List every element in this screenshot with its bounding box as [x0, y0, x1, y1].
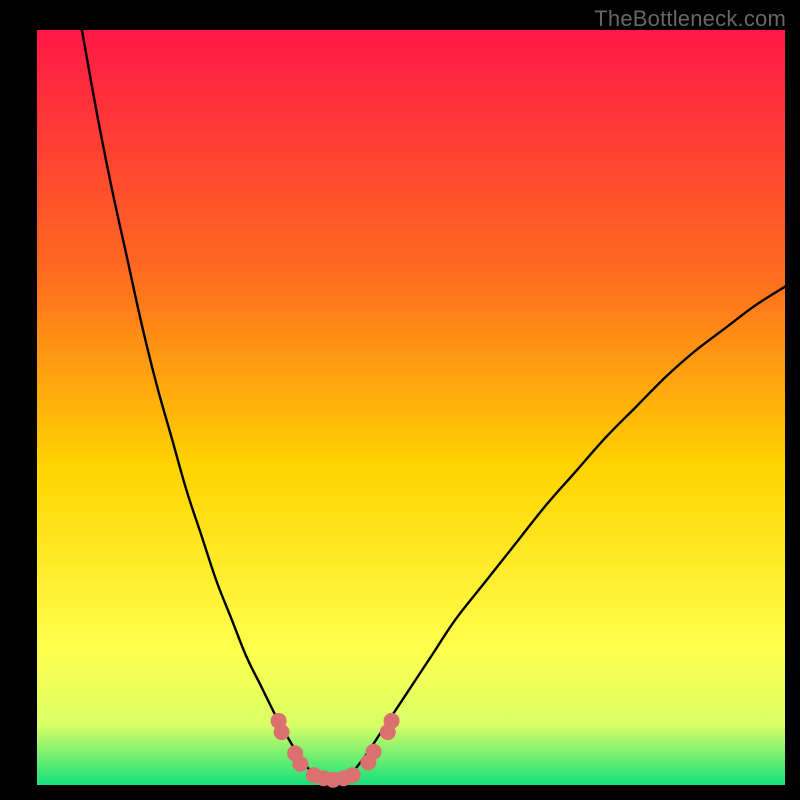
plot-area [37, 30, 785, 788]
marker-dot [384, 713, 400, 729]
marker-dot [292, 756, 308, 772]
marker-dot [345, 767, 361, 783]
marker-dot [274, 724, 290, 740]
watermark-text: TheBottleneck.com [594, 6, 786, 32]
gradient-background [37, 30, 785, 785]
marker-dot [366, 744, 382, 760]
bottleneck-chart [0, 0, 800, 800]
chart-frame: TheBottleneck.com [0, 0, 800, 800]
